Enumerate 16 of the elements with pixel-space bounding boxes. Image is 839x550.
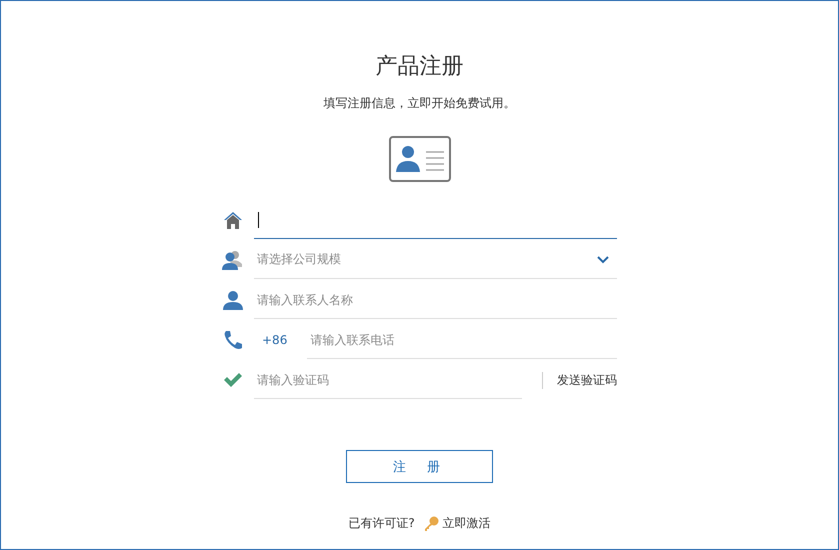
activate-link[interactable]: 立即激活	[422, 515, 491, 532]
home-icon	[223, 211, 243, 229]
license-question: 已有许可证?	[348, 515, 415, 532]
subtitle: 填写注册信息，立即开始免费试用。	[324, 95, 516, 112]
check-icon	[223, 372, 243, 388]
user-icon	[223, 290, 243, 310]
text-cursor	[258, 212, 259, 228]
phone-icon	[223, 330, 243, 350]
send-code-link[interactable]: 发送验证码	[542, 372, 617, 388]
page-title: 产品注册	[376, 53, 464, 81]
users-icon	[222, 250, 244, 270]
id-card-icon	[388, 136, 450, 182]
register-button[interactable]: 注册	[346, 450, 493, 483]
country-code: +86	[261, 333, 288, 347]
chevron-down-icon	[597, 256, 609, 264]
key-icon	[422, 516, 439, 532]
